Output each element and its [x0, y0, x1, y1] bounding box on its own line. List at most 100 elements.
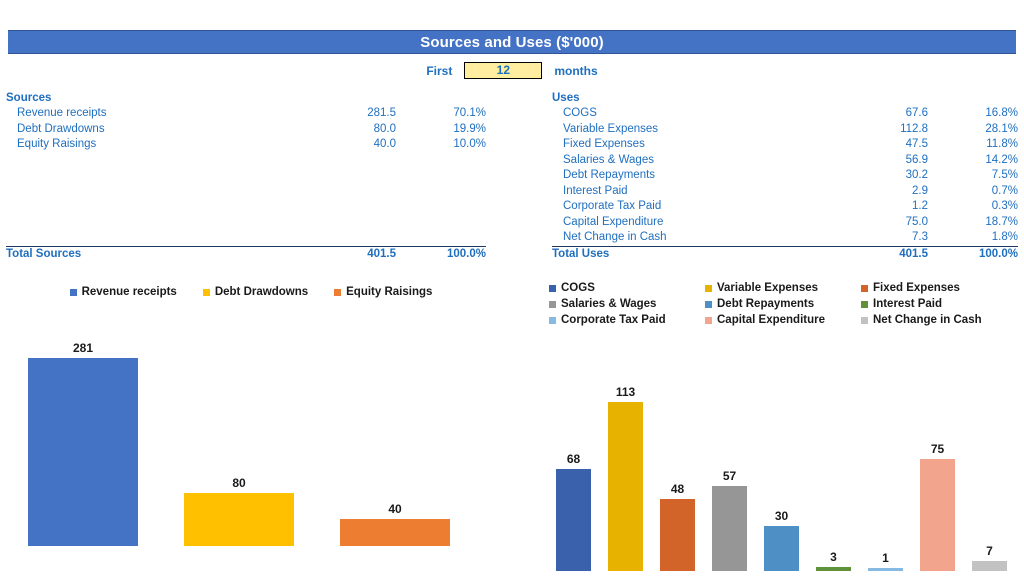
uses-row-label: Debt Repayments [563, 169, 656, 181]
sources-rows: Revenue receipts 281.5 70.1% Debt Drawdowns… [6, 106, 486, 153]
months-input[interactable]: 12 [464, 62, 543, 79]
uses-row-percent: 28.1% [985, 122, 1018, 135]
bar-fill [920, 458, 955, 571]
page-title-bar: Sources and Uses ($'000) [8, 30, 1016, 54]
table-row: Equity Raisings 40.0 10.0% [6, 137, 486, 153]
bar-fill [816, 566, 851, 571]
sources-row-percent: 19.9% [453, 122, 486, 135]
legend-item[interactable]: Variable Expenses [705, 280, 861, 296]
legend-item[interactable]: Capital Expenditure [705, 312, 861, 328]
legend-item[interactable]: Debt Drawdowns [202, 284, 309, 301]
sources-row-label: Debt Drawdowns [17, 122, 105, 135]
bar-value-label: 57 [722, 468, 737, 483]
legend-label: Variable Expenses [717, 282, 819, 294]
uses-table: Uses COGS 67.6 16.8% Variable Expenses 112.8… [552, 90, 1018, 263]
uses-row-label: Variable Expenses [563, 122, 659, 135]
bar[interactable]: 30 [764, 510, 799, 571]
uses-row-label: Salaries & Wages [563, 153, 654, 166]
uses-row-label: Net Change in Cash [563, 231, 667, 243]
uses-row-value: 7.3 [912, 231, 928, 243]
legend-item[interactable]: Revenue receipts [69, 284, 177, 301]
legend-item[interactable]: Corporate Tax Paid [549, 312, 705, 328]
bar[interactable]: 48 [660, 483, 695, 571]
bar[interactable]: 68 [556, 453, 591, 571]
bar[interactable]: 281 [28, 342, 138, 546]
legend-label: Salaries & Wages [561, 298, 657, 310]
bar-fill [340, 519, 450, 546]
table-row: Variable Expenses 112.8 28.1% [552, 122, 1018, 138]
legend-item[interactable]: Salaries & Wages [549, 296, 705, 312]
uses-row-percent: 1.8% [991, 231, 1018, 243]
uses-row-value: 112.8 [900, 122, 928, 135]
legend-swatch-icon [549, 284, 556, 292]
uses-row-percent: 0.7% [991, 184, 1018, 197]
legend-label: COGS [561, 282, 595, 294]
legend-swatch-icon [549, 300, 556, 308]
uses-row-value: 56.9 [905, 153, 928, 166]
table-row: Revenue receipts 281.5 70.1% [6, 106, 486, 122]
bar[interactable]: 113 [608, 385, 643, 571]
bar-fill [608, 401, 643, 571]
first-label: First [426, 63, 453, 78]
bar[interactable]: 40 [340, 503, 450, 546]
uses-chart-legend: COGS Variable Expenses Fixed Expenses Salar… [548, 280, 1018, 328]
legend-swatch-icon [69, 289, 77, 296]
sources-table: Sources Revenue receipts 281.5 70.1% Debt D… [6, 90, 486, 263]
bar[interactable]: 75 [920, 442, 955, 571]
legend-label: Revenue receipts [81, 286, 177, 298]
bar-fill [28, 358, 138, 546]
legend-item[interactable]: Debt Repayments [705, 296, 861, 312]
uses-row-value: 47.5 [905, 138, 928, 150]
months-control-row: First 12 months [0, 62, 1024, 79]
legend-item[interactable]: Fixed Expenses [861, 280, 1017, 296]
sources-total-row: Total Sources 401.5 100.0% [6, 245, 486, 263]
bar-value-label: 30 [774, 509, 789, 523]
uses-total-percent: 100.0% [978, 248, 1018, 260]
bar-value-label: 80 [232, 475, 246, 490]
table-row: Salaries & Wages 56.9 14.2% [552, 153, 1018, 169]
uses-chart: COGS Variable Expenses Fixed Expenses Salar… [548, 280, 1018, 574]
bar[interactable]: 1 [868, 552, 903, 571]
sources-chart: Revenue receipts Debt Drawdowns Equity Rai… [6, 284, 492, 574]
uses-row-label: Interest Paid [563, 184, 628, 197]
legend-swatch-icon [705, 300, 712, 308]
uses-chart-plot: 68 113 48 57 30 3 1 75 7 [548, 328, 1018, 571]
legend-label: Fixed Expenses [873, 282, 960, 294]
uses-row-percent: 14.2% [985, 153, 1018, 166]
bar-value-label: 1 [882, 551, 889, 565]
sources-row-value: 40.0 [373, 138, 396, 150]
sources-row-percent: 10.0% [453, 138, 486, 150]
page-title: Sources and Uses ($'000) [420, 33, 604, 51]
table-row: Interest Paid 2.9 0.7% [552, 184, 1018, 200]
uses-total-value: 401.5 [899, 248, 928, 260]
legend-item[interactable]: Interest Paid [861, 296, 1017, 312]
legend-item[interactable]: Net Change in Cash [861, 312, 1017, 328]
uses-row-percent: 16.8% [985, 107, 1018, 119]
bar-fill [556, 469, 591, 571]
bar[interactable]: 3 [816, 550, 851, 571]
legend-item[interactable]: Equity Raisings [334, 284, 432, 301]
bar-fill [764, 526, 799, 571]
uses-row-percent: 11.8% [986, 138, 1018, 150]
legend-label: Equity Raisings [346, 286, 433, 298]
uses-row-label: COGS [563, 107, 597, 119]
bar-fill [660, 499, 695, 571]
bar[interactable]: 57 [712, 469, 747, 571]
bar-fill [712, 485, 747, 571]
uses-row-label: Corporate Tax Paid [563, 200, 662, 212]
legend-swatch-icon [861, 284, 868, 292]
sources-row-label: Revenue receipts [17, 107, 107, 119]
sources-total-value: 401.5 [367, 248, 396, 260]
uses-row-percent: 0.3% [991, 200, 1018, 212]
legend-item[interactable]: COGS [549, 280, 705, 296]
bar[interactable]: 7 [972, 544, 1007, 571]
table-row: Capital Expenditure 75.0 18.7% [552, 215, 1018, 231]
bar-value-label: 48 [670, 482, 685, 496]
table-row: COGS 67.6 16.8% [552, 106, 1018, 122]
table-row: Fixed Expenses 47.5 11.8% [552, 137, 1018, 153]
bar[interactable]: 80 [184, 476, 294, 546]
legend-label: Debt Drawdowns [214, 286, 309, 298]
sources-row-value: 281.5 [367, 107, 396, 119]
sources-and-uses-dashboard: Sources and Uses ($'000) First 12 months… [0, 0, 1024, 577]
uses-row-value: 1.2 [912, 200, 928, 212]
